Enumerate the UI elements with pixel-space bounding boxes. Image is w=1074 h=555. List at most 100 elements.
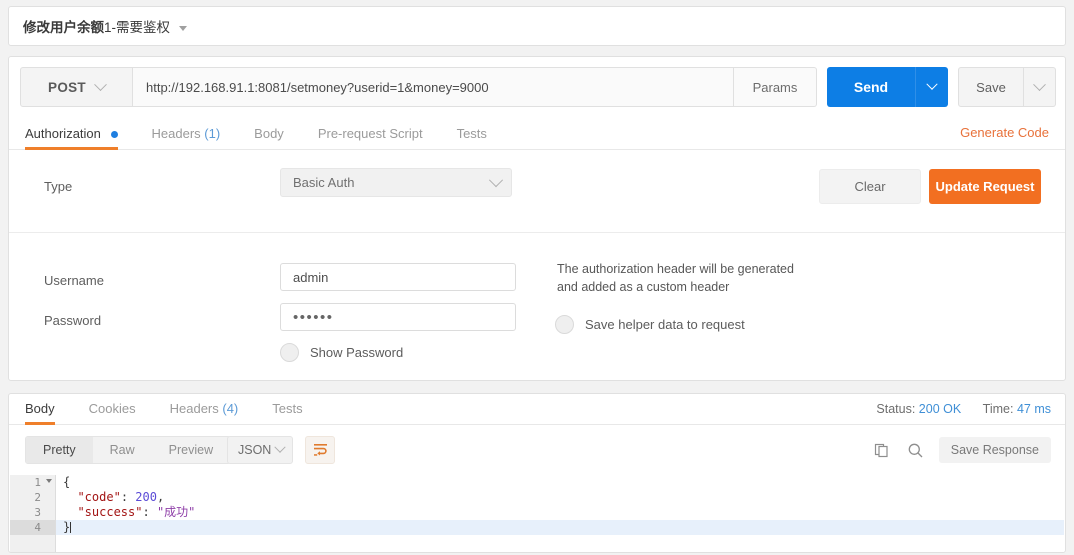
url-input[interactable]: http://192.168.91.1:8081/setmoney?userid… (133, 67, 734, 107)
copy-icon[interactable] (871, 438, 893, 462)
line-number-text: 1 (34, 476, 41, 489)
text-cursor (70, 522, 72, 533)
request-tabs: Authorization Headers (1) Body Pre-reque… (9, 119, 1065, 150)
tab-body[interactable]: Body (254, 126, 284, 149)
line-number: 2 (34, 491, 41, 504)
response-tab-tests[interactable]: Tests (272, 401, 302, 424)
clear-button[interactable]: Clear (819, 169, 921, 204)
update-request-button[interactable]: Update Request (929, 169, 1041, 204)
caret-down-icon[interactable] (179, 25, 188, 31)
username-label: Username (44, 273, 104, 288)
blue-dot-icon (110, 131, 118, 139)
tab-headers-label: Headers (151, 126, 201, 141)
time-value: 47 ms (1016, 402, 1051, 416)
params-button[interactable]: Params (734, 67, 817, 107)
generate-code-link[interactable]: Generate Code (960, 125, 1049, 140)
response-format-value: JSON (238, 443, 272, 457)
password-input[interactable]: •••••• (280, 303, 516, 331)
request-tab-bar: 修改用户余额1-需要鉴权 (8, 6, 1066, 46)
code-value-success: "成功" (156, 505, 196, 519)
auth-type-select[interactable]: Basic Auth (280, 168, 512, 197)
save-helper-checkbox[interactable]: Save helper data to request (555, 315, 745, 334)
show-password-checkbox[interactable]: Show Password (280, 343, 403, 362)
response-tab-cookies[interactable]: Cookies (89, 401, 136, 424)
line-number: 4 (10, 520, 55, 535)
status-value: 200 OK (918, 402, 962, 416)
save-response-button[interactable]: Save Response (938, 437, 1051, 463)
tab-tests[interactable]: Tests (457, 126, 487, 149)
code-line-1: { (56, 475, 1064, 490)
password-label: Password (44, 313, 102, 328)
code-key-code: "code" (77, 490, 121, 504)
http-method-label: POST (48, 79, 86, 95)
request-tab-title: 修改用户余额1-需要鉴权 (23, 16, 188, 36)
send-button[interactable]: Send (827, 67, 915, 107)
request-tab-title-cjk: 修改用户余额 (23, 20, 104, 35)
response-format-select[interactable]: JSON (227, 436, 293, 464)
code-comma: , (156, 490, 165, 504)
view-preview-button[interactable]: Preview (152, 437, 230, 463)
search-glyph (908, 443, 923, 457)
code-line-2: "code": 200, (56, 490, 1064, 505)
response-body-editor[interactable]: 1 2 3 4 { "code": 200, "success": "成功" } (10, 475, 1064, 552)
editor-code-area[interactable]: { "code": 200, "success": "成功" } (56, 475, 1064, 552)
response-view-segmented-control: Pretty Raw Preview (25, 436, 232, 464)
code-colon: : (142, 505, 157, 519)
http-method-select[interactable]: POST (20, 67, 133, 107)
chevron-down-icon (1033, 77, 1046, 91)
save-button[interactable]: Save (958, 67, 1024, 107)
chevron-down-icon (926, 78, 938, 90)
save-dropdown-button[interactable] (1024, 67, 1056, 107)
save-helper-label: Save helper data to request (585, 317, 745, 332)
checkbox-circle-icon (280, 343, 299, 362)
code-brace-open: { (63, 475, 71, 489)
chevron-down-icon (274, 441, 286, 453)
response-tab-headers-count: (4) (222, 401, 239, 416)
response-tab-headers-label: Headers (169, 401, 219, 416)
auth-type-value: Basic Auth (293, 175, 355, 190)
auth-help-line-2: and added as a custom header (557, 280, 730, 294)
auth-help-text: The authorization header will be generat… (557, 260, 857, 296)
tab-authorization[interactable]: Authorization (25, 126, 118, 150)
word-wrap-icon[interactable] (305, 436, 335, 464)
code-line-3: "success": "成功" (56, 505, 1064, 520)
status-label: Status: (876, 402, 916, 416)
tab-headers[interactable]: Headers (1) (152, 126, 221, 149)
code-brace-close: } (63, 520, 71, 534)
view-pretty-button[interactable]: Pretty (26, 437, 93, 463)
send-dropdown-button[interactable] (915, 67, 948, 107)
code-key-success: "success" (77, 505, 143, 519)
code-value-code: 200 (135, 490, 157, 504)
section-divider (9, 232, 1065, 233)
auth-help-line-1: The authorization header will be generat… (557, 262, 794, 276)
view-raw-button[interactable]: Raw (93, 437, 152, 463)
copy-glyph (874, 443, 888, 458)
checkbox-circle-icon (555, 315, 574, 334)
response-meta: Status: 200 OK Time: 47 ms (876, 402, 1051, 416)
word-wrap-glyph (313, 444, 327, 456)
code-colon: : (120, 490, 136, 504)
fold-arrow-icon[interactable] (46, 479, 52, 483)
response-tab-headers[interactable]: Headers (4) (170, 401, 239, 424)
response-tab-body[interactable]: Body (25, 401, 55, 425)
send-button-group: Send (827, 67, 948, 107)
tab-authorization-label: Authorization (25, 126, 101, 141)
chevron-down-icon (94, 77, 107, 91)
postman-window: 修改用户余额1-需要鉴权 POST http://192.168.91.1:80… (0, 0, 1074, 555)
code-line-4: } (56, 520, 1064, 535)
chevron-down-icon (488, 172, 504, 187)
request-panel: POST http://192.168.91.1:8081/setmoney?u… (8, 56, 1066, 381)
tab-pre-request-script[interactable]: Pre-request Script (318, 126, 423, 149)
request-tab-title-rest: 1-需要鉴权 (104, 20, 171, 35)
url-bar: POST http://192.168.91.1:8081/setmoney?u… (20, 67, 1056, 107)
request-tab-item[interactable]: 修改用户余额1-需要鉴权 (9, 7, 1065, 45)
response-view-toolbar: Pretty Raw Preview JSON Save Response (9, 432, 1065, 472)
editor-gutter: 1 2 3 4 (10, 475, 56, 552)
search-icon[interactable] (905, 438, 927, 462)
line-number: 1 (10, 475, 55, 490)
tab-headers-count: (1) (204, 126, 221, 141)
line-number: 3 (34, 506, 41, 519)
username-input[interactable]: admin (280, 263, 516, 291)
show-password-label: Show Password (310, 345, 404, 360)
time-label: Time: (982, 402, 1014, 416)
